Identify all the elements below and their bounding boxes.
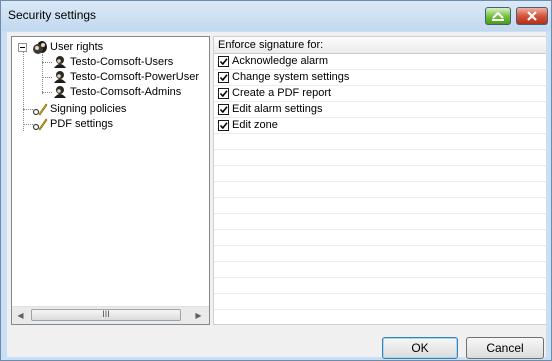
signature-row: Acknowledge alarm	[214, 54, 546, 70]
tree-connector	[42, 54, 43, 94]
minimize-button[interactable]	[485, 7, 511, 25]
empty-grid-row	[214, 182, 546, 198]
window-title: Security settings	[8, 8, 97, 22]
tree-node-label: Signing policies	[50, 103, 127, 115]
signature-row: Create a PDF report	[214, 86, 546, 102]
empty-grid-row	[214, 230, 546, 246]
signature-checkbox[interactable]	[218, 72, 229, 83]
empty-grid-row	[214, 294, 546, 310]
empty-grid-row	[214, 198, 546, 214]
collapse-toggle[interactable]	[18, 43, 27, 52]
title-bar[interactable]: Security settings	[1, 1, 551, 31]
signature-row-label: Create a PDF report	[232, 87, 332, 99]
grid-column-header: Enforce signature for:	[214, 37, 546, 54]
user-icon	[54, 56, 66, 68]
scroll-left-arrow-icon[interactable]: ◀	[12, 307, 29, 324]
close-icon	[527, 11, 537, 21]
user-icon	[54, 86, 66, 98]
user-icon	[54, 71, 66, 83]
signature-checkbox[interactable]	[218, 120, 229, 131]
close-button[interactable]	[516, 7, 548, 25]
tree-node-label: User rights	[50, 41, 104, 53]
signature-checkbox[interactable]	[218, 88, 229, 99]
empty-grid-row	[214, 150, 546, 166]
checkmark-icon	[219, 122, 228, 130]
cancel-button[interactable]: Cancel	[466, 337, 544, 359]
tree-node-label: Testo-Comsoft-Admins	[70, 86, 182, 98]
empty-grid-row	[214, 134, 546, 150]
settings-tree[interactable]: User rights Testo-Comsoft-Users Testo-Co…	[11, 36, 210, 325]
security-settings-window: Security settings User rights Testo-Coms…	[0, 0, 552, 361]
empty-grid-row	[214, 278, 546, 294]
pen-key-icon	[32, 118, 48, 131]
minimize-icon	[492, 11, 504, 21]
tree-connector	[42, 62, 52, 63]
tree-connector	[42, 77, 52, 78]
pen-key-icon	[32, 103, 48, 116]
signature-checkbox[interactable]	[218, 56, 229, 67]
checkmark-icon	[219, 74, 228, 82]
tree-node-label: Testo-Comsoft-PowerUser	[70, 71, 199, 83]
empty-grid-row	[214, 262, 546, 278]
empty-grid-row	[214, 166, 546, 182]
empty-grid-row	[214, 214, 546, 230]
signature-row-label: Edit alarm settings	[232, 103, 323, 115]
checkmark-icon	[219, 58, 228, 66]
signature-row: Edit alarm settings	[214, 102, 546, 118]
tree-connector	[42, 92, 52, 93]
signature-row-label: Acknowledge alarm	[232, 55, 328, 67]
signature-row-label: Change system settings	[232, 71, 350, 83]
signature-checkbox[interactable]	[218, 104, 229, 115]
checkmark-icon	[219, 106, 228, 114]
tree-connector	[23, 51, 24, 131]
scrollbar-thumb[interactable]: III	[31, 309, 181, 321]
signature-grid: Enforce signature for: Acknowledge alarm…	[213, 36, 546, 325]
scroll-right-arrow-icon[interactable]: ▶	[190, 307, 207, 324]
checkmark-icon	[219, 90, 228, 98]
signature-row: Edit zone	[214, 118, 546, 134]
signature-row-label: Edit zone	[232, 119, 278, 131]
tree-node-label: PDF settings	[50, 118, 113, 130]
ok-button[interactable]: OK	[382, 337, 458, 359]
tree-horizontal-scrollbar[interactable]: ◀ III ▶	[12, 306, 209, 324]
signature-row: Change system settings	[214, 70, 546, 86]
empty-grid-row	[214, 246, 546, 262]
users-group-icon	[33, 41, 47, 54]
tree-node-label: Testo-Comsoft-Users	[70, 56, 174, 68]
empty-grid-row	[214, 310, 546, 324]
dialog-client-area: User rights Testo-Comsoft-Users Testo-Co…	[7, 32, 546, 359]
